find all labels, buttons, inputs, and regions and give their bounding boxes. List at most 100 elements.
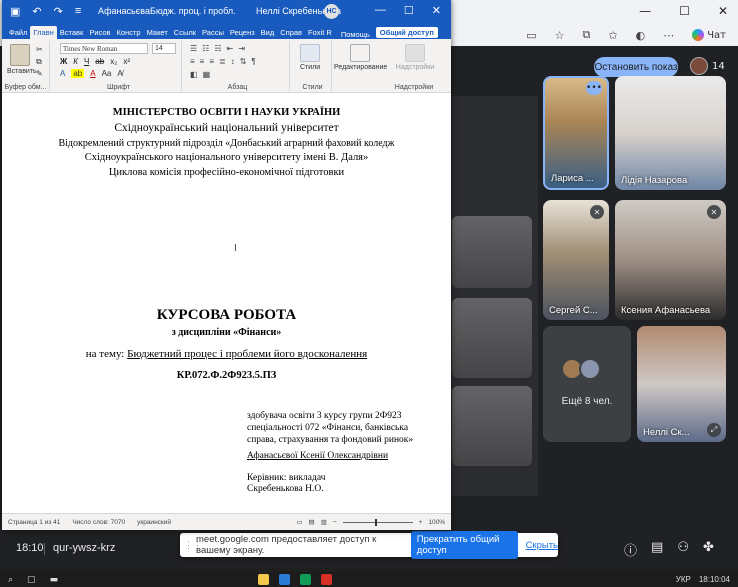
- camera-icon[interactable]: ▭: [526, 29, 536, 42]
- bold-icon[interactable]: Ж: [60, 57, 67, 66]
- zoom-level[interactable]: 100%: [428, 519, 445, 526]
- strikethrough-icon[interactable]: ab: [95, 57, 104, 66]
- page-count[interactable]: Страница 1 из 41: [8, 519, 60, 526]
- tab-references[interactable]: Ссылк: [171, 26, 199, 39]
- expand-icon[interactable]: ⤢: [707, 423, 721, 437]
- copilot-chat-button[interactable]: Чат: [692, 29, 726, 41]
- profile-icon[interactable]: ◐: [636, 29, 646, 42]
- folder-app-icon[interactable]: [258, 574, 270, 585]
- borders-icon[interactable]: ▦: [203, 70, 211, 79]
- tab-foxit[interactable]: Foxit R: [305, 26, 335, 39]
- copy-icon[interactable]: ⧉: [36, 57, 42, 67]
- drag-handle-icon[interactable]: ⋮⋮: [184, 540, 202, 551]
- pdf-app-icon[interactable]: [321, 574, 333, 585]
- close-icon[interactable]: ✕: [432, 4, 441, 17]
- zoom-in-icon[interactable]: +: [419, 519, 423, 526]
- increase-indent-icon[interactable]: ⇥: [238, 44, 245, 53]
- paste-icon[interactable]: [10, 44, 30, 66]
- align-left-icon[interactable]: ≡: [190, 57, 195, 66]
- participants-indicator[interactable]: 14: [690, 57, 725, 75]
- language-indicator[interactable]: украинский: [137, 519, 171, 526]
- participant-tile[interactable]: ••• Лариса ...: [543, 76, 609, 190]
- tab-review[interactable]: Реценз: [227, 26, 258, 39]
- justify-icon[interactable]: ≣: [219, 57, 226, 66]
- highlight-icon[interactable]: ab: [71, 69, 85, 78]
- word-count[interactable]: Число слов: 7070: [72, 519, 125, 526]
- info-icon[interactable]: ⓘ: [624, 540, 637, 559]
- change-case-icon[interactable]: Aa: [102, 69, 112, 78]
- stop-presenting-button[interactable]: Остановить показ: [594, 57, 678, 77]
- minimize-icon[interactable]: —: [375, 4, 386, 17]
- activities-icon[interactable]: ✤: [703, 540, 714, 559]
- maximize-icon[interactable]: ☐: [404, 4, 414, 17]
- tab-home[interactable]: Главн: [30, 26, 57, 39]
- zoom-out-icon[interactable]: −: [333, 519, 337, 526]
- keyboard-language[interactable]: УКР: [676, 575, 691, 584]
- customize-icon[interactable]: ≡: [75, 5, 81, 18]
- text-effects-icon[interactable]: A: [60, 69, 65, 78]
- more-participants-tile[interactable]: Ещё 8 чел.: [543, 326, 631, 442]
- stop-sharing-button[interactable]: Прекратить общий доступ: [410, 531, 518, 559]
- minimize-icon[interactable]: —: [639, 4, 651, 18]
- close-icon[interactable]: ✕: [718, 4, 728, 18]
- people-icon[interactable]: ⚇: [677, 540, 689, 559]
- addins-button[interactable]: Надстройки: [392, 44, 438, 71]
- tab-draw[interactable]: Рисов: [86, 26, 113, 39]
- participant-tile[interactable]: ✕ Ксения Афанасьева: [615, 200, 726, 320]
- shading-icon[interactable]: ◧: [190, 70, 198, 79]
- save-icon[interactable]: ▣: [10, 5, 20, 18]
- superscript-icon[interactable]: x²: [123, 57, 130, 66]
- undo-icon[interactable]: ↶: [32, 5, 41, 18]
- web-layout-icon[interactable]: ▥: [321, 518, 327, 526]
- redo-icon[interactable]: ↷: [54, 5, 63, 18]
- more-options-icon[interactable]: •••: [586, 81, 602, 95]
- word-app-icon[interactable]: [279, 574, 291, 585]
- tab-mailings[interactable]: Рассы: [199, 26, 227, 39]
- zoom-slider[interactable]: [342, 518, 413, 526]
- clear-format-icon[interactable]: A̸: [117, 69, 122, 78]
- format-painter-icon[interactable]: ✎: [36, 69, 43, 78]
- favorites-icon[interactable]: ✩: [608, 29, 617, 42]
- tab-view[interactable]: Вид: [258, 26, 278, 39]
- chat-icon[interactable]: ▤: [651, 540, 663, 559]
- cut-icon[interactable]: ✂: [36, 45, 43, 54]
- font-name-select[interactable]: Times New Roman: [60, 43, 148, 54]
- line-spacing-icon[interactable]: ↕: [231, 57, 235, 66]
- participant-tile[interactable]: ✕ Сергей С...: [543, 200, 609, 320]
- bullets-icon[interactable]: ☰: [190, 44, 197, 53]
- maximize-icon[interactable]: ☐: [679, 4, 690, 18]
- italic-icon[interactable]: К: [73, 57, 78, 66]
- document-page[interactable]: МІНІСТЕРСТВО ОСВІТИ І НАУКИ УКРАЇНИ Схід…: [2, 93, 451, 513]
- sort-icon[interactable]: ⇅: [240, 57, 247, 66]
- edge-app-icon[interactable]: [300, 574, 312, 585]
- search-icon[interactable]: ⌕: [8, 575, 13, 585]
- read-mode-icon[interactable]: ▭: [296, 518, 302, 526]
- underline-icon[interactable]: Ч: [84, 57, 89, 66]
- tab-layout[interactable]: Макет: [144, 26, 171, 39]
- paste-label[interactable]: Вставить: [7, 68, 37, 75]
- subscript-icon[interactable]: x₂: [110, 57, 117, 66]
- font-size-select[interactable]: 14: [152, 43, 176, 54]
- styles-button[interactable]: Стили: [300, 44, 320, 71]
- collections-icon[interactable]: ⧉: [583, 28, 591, 42]
- tab-file[interactable]: Файл: [6, 26, 30, 39]
- tell-me-search[interactable]: Помощь: [341, 30, 370, 39]
- user-avatar[interactable]: НС: [324, 4, 339, 19]
- numbering-icon[interactable]: ☷: [202, 44, 209, 53]
- decrease-indent-icon[interactable]: ⇤: [227, 44, 234, 53]
- file-explorer-icon[interactable]: ▬: [50, 575, 59, 585]
- participant-tile[interactable]: Лідія Назарова: [615, 76, 726, 190]
- hide-link[interactable]: Скрыть: [526, 540, 558, 551]
- menu-dots-icon[interactable]: ⋯: [663, 29, 674, 42]
- zoom-slider-thumb[interactable]: [374, 518, 377, 526]
- tab-help[interactable]: Справ: [277, 26, 305, 39]
- font-color-icon[interactable]: A: [90, 69, 95, 78]
- editing-button[interactable]: Редактирование: [334, 44, 387, 71]
- share-button[interactable]: Общий доступ: [375, 27, 438, 38]
- task-view-icon[interactable]: ▢: [27, 575, 36, 585]
- show-marks-icon[interactable]: ¶: [251, 57, 255, 66]
- participant-tile-self[interactable]: ⤢ Неллі Ск...: [637, 326, 726, 442]
- star-icon[interactable]: ☆: [555, 29, 565, 42]
- align-right-icon[interactable]: ≡: [209, 57, 214, 66]
- multilevel-list-icon[interactable]: ☵: [214, 44, 221, 53]
